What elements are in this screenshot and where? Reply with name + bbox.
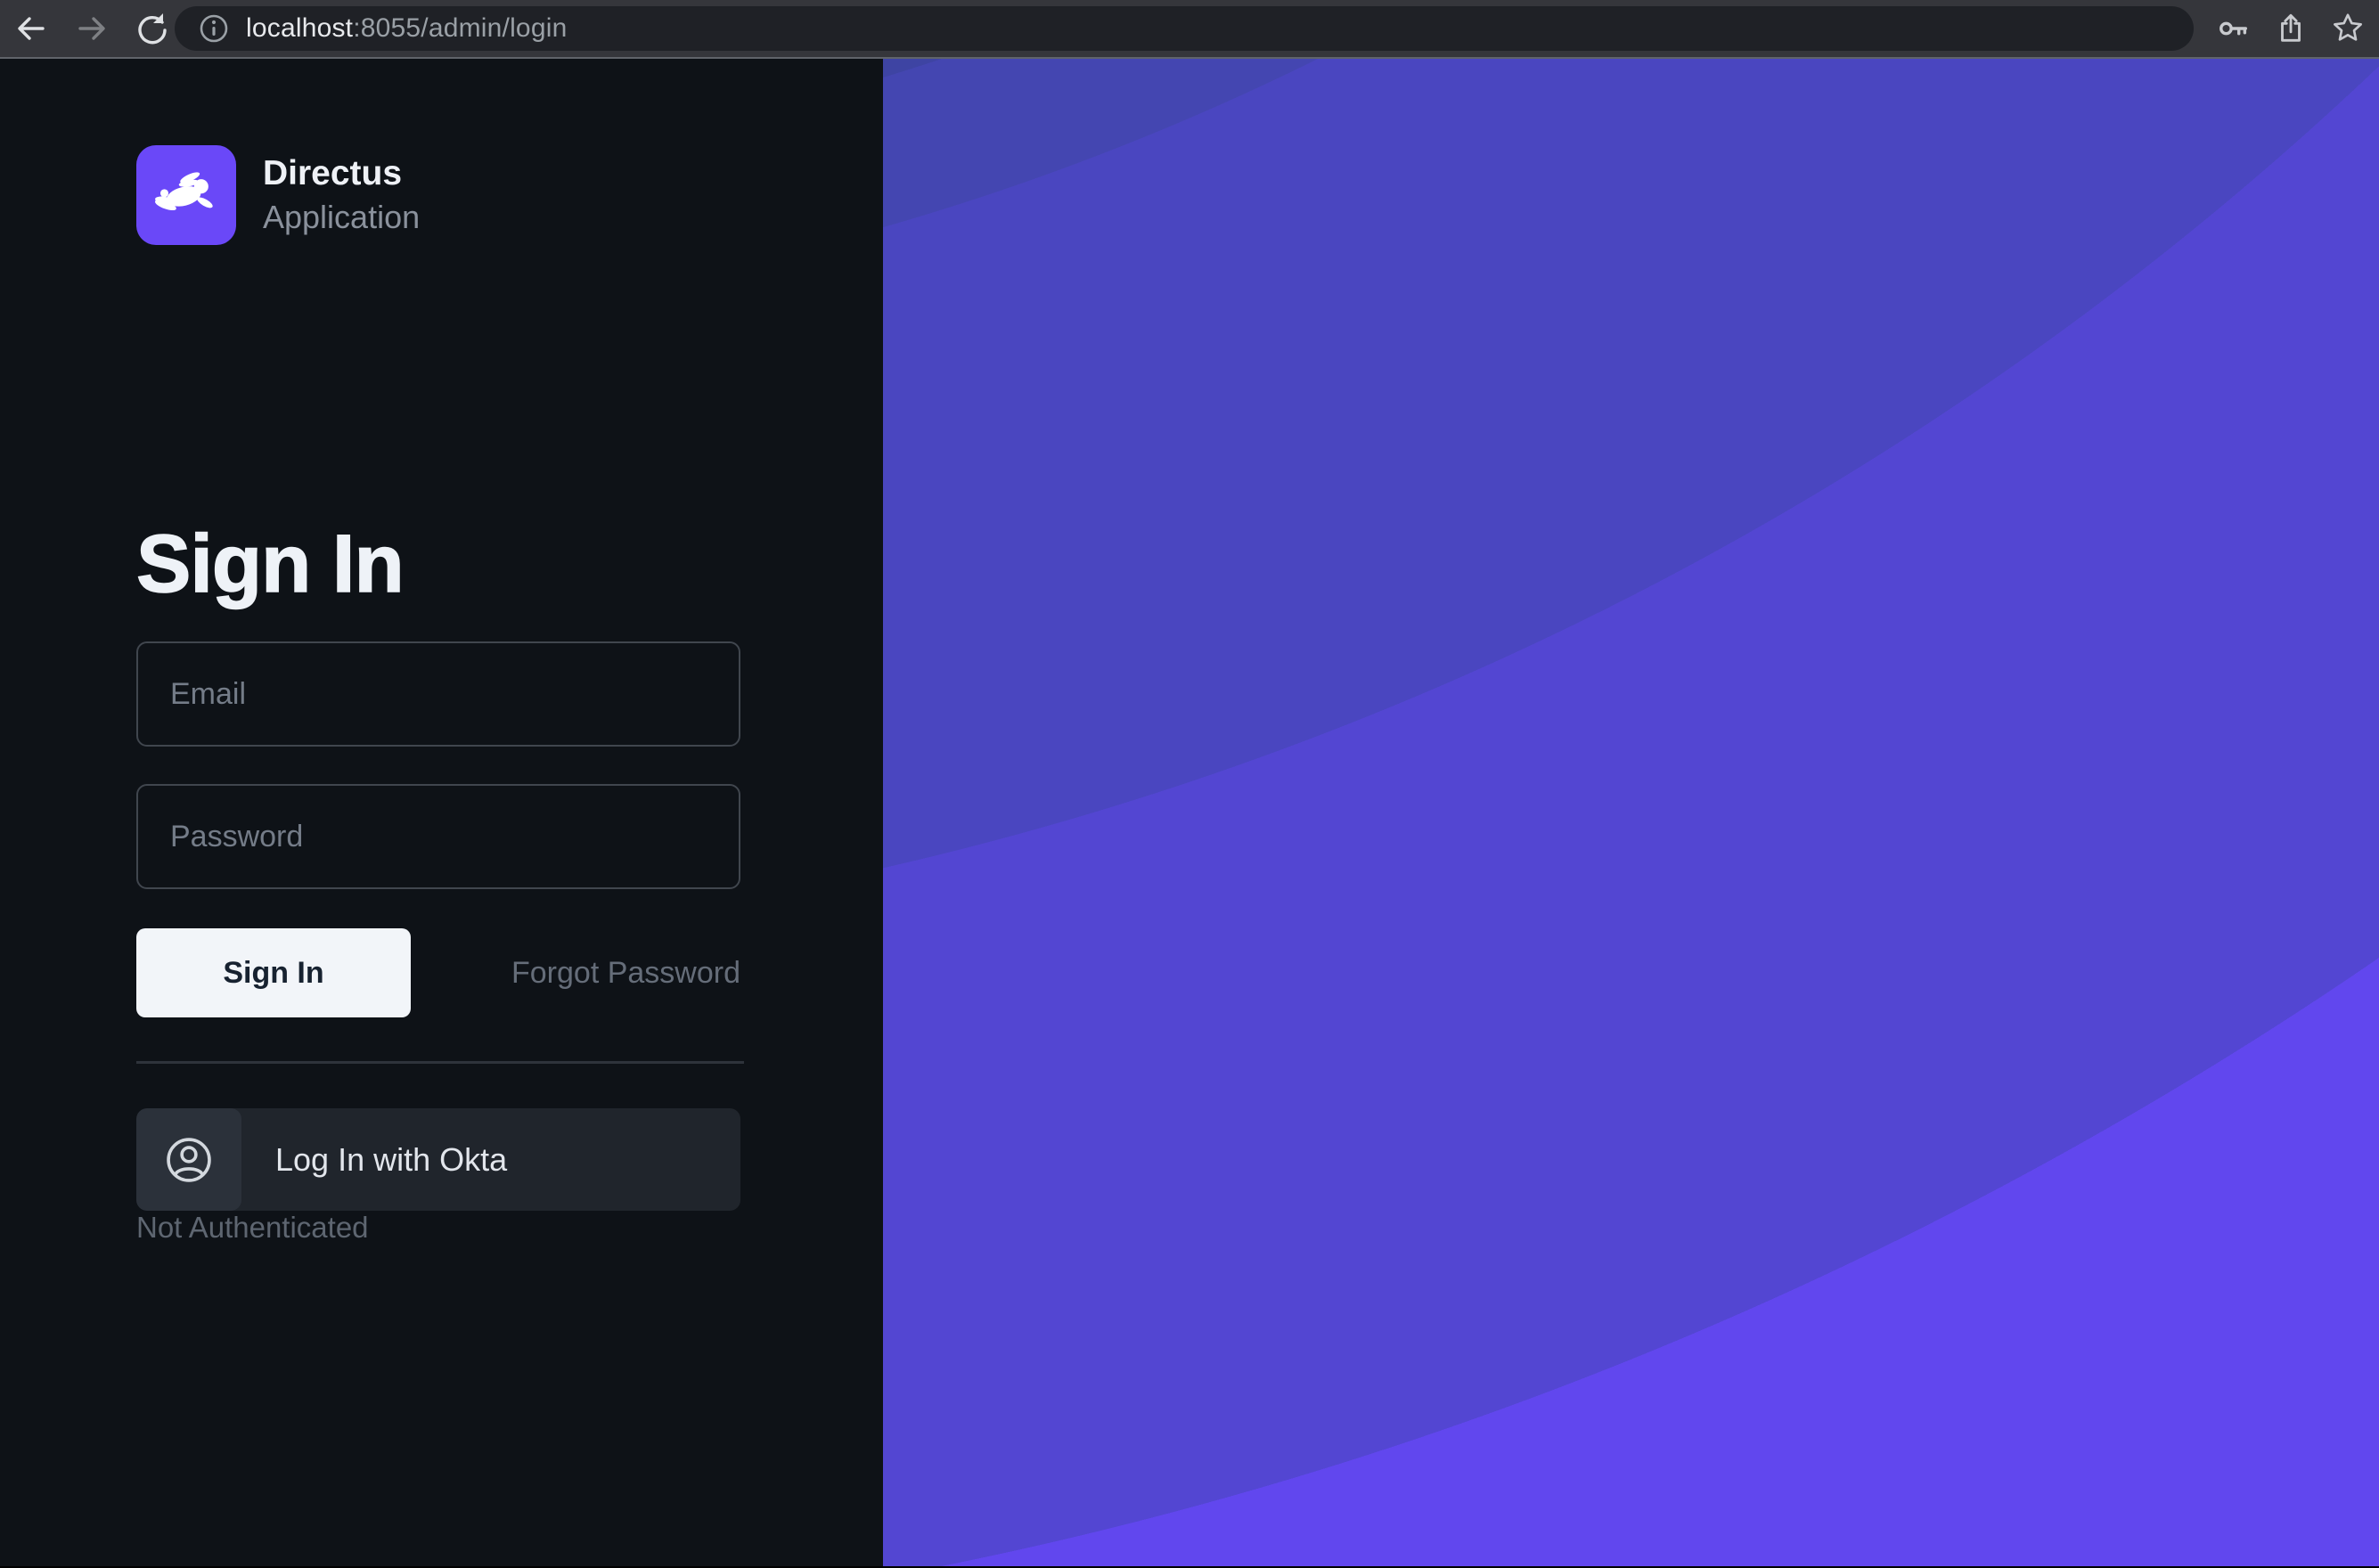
reload-icon [135, 12, 169, 45]
forward-button[interactable] [75, 12, 109, 45]
divider [136, 1061, 744, 1064]
bookmark-button[interactable] [2331, 12, 2365, 45]
share-button[interactable] [2274, 12, 2308, 45]
url-bar[interactable]: localhost:8055/admin/login [175, 6, 2194, 51]
key-icon [2217, 11, 2251, 46]
share-icon [2274, 11, 2308, 46]
forgot-password-link[interactable]: Forgot Password [511, 956, 740, 991]
url-text: localhost:8055/admin/login [246, 13, 567, 44]
url-host: localhost [246, 13, 353, 43]
actions-row: Sign In Forgot Password [136, 928, 740, 1017]
rabbit-icon [149, 158, 224, 233]
info-icon[interactable] [198, 12, 230, 45]
reload-button[interactable] [135, 12, 169, 45]
login-page: Directus Application Sign In Sign In For… [0, 59, 2379, 1566]
status-text: Not Authenticated [136, 1211, 740, 1245]
page-title: Sign In [136, 519, 740, 609]
browser-chrome: localhost:8055/admin/login [0, 0, 2379, 59]
directus-logo [136, 145, 236, 245]
okta-login-button[interactable]: Log In with Okta [136, 1108, 740, 1211]
user-circle-icon [163, 1134, 215, 1186]
star-icon [2331, 11, 2365, 46]
okta-login-label: Log In with Okta [275, 1141, 507, 1179]
brand-title: Directus [263, 154, 420, 194]
password-manager-button[interactable] [2217, 12, 2251, 45]
okta-icon-box [136, 1108, 241, 1211]
art-panel [883, 59, 2379, 1566]
password-field[interactable] [136, 784, 740, 889]
sign-in-button[interactable]: Sign In [136, 928, 411, 1017]
back-button[interactable] [14, 12, 48, 45]
brand-subtitle: Application [263, 198, 420, 236]
brand: Directus Application [136, 145, 740, 245]
forward-icon [75, 12, 109, 45]
login-panel: Directus Application Sign In Sign In For… [0, 59, 883, 1566]
back-icon [14, 12, 48, 45]
url-path: :8055/admin/login [353, 13, 567, 43]
email-field[interactable] [136, 641, 740, 747]
